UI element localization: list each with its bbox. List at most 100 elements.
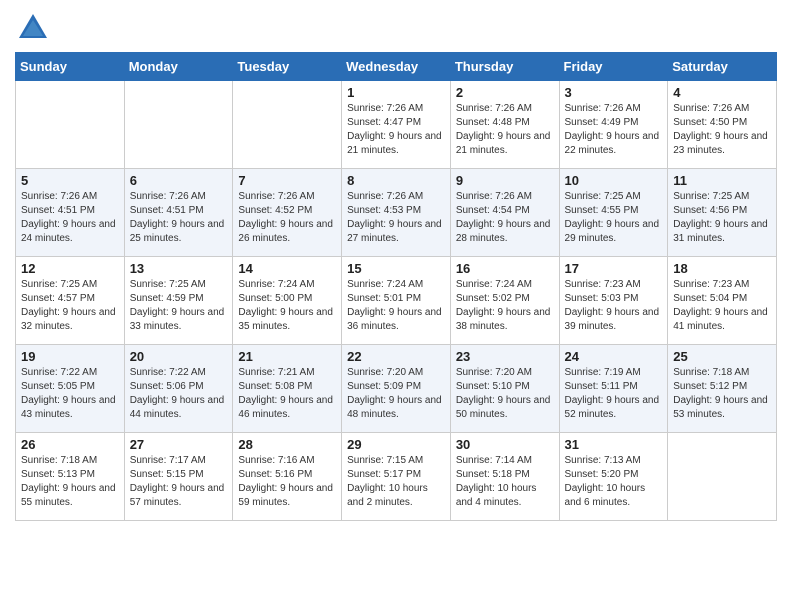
calendar-cell: 25 Sunrise: 7:18 AM Sunset: 5:12 PM Dayli… [668, 345, 777, 433]
day-info: Sunrise: 7:26 AM Sunset: 4:48 PM Dayligh… [456, 102, 554, 158]
logo [15, 10, 53, 46]
day-number: 15 [347, 261, 445, 276]
weekday-header-wednesday: Wednesday [342, 53, 451, 81]
calendar-cell: 20 Sunrise: 7:22 AM Sunset: 5:06 PM Dayli… [124, 345, 233, 433]
day-number: 13 [130, 261, 228, 276]
day-number: 23 [456, 349, 554, 364]
day-number: 24 [565, 349, 663, 364]
calendar-week-row: 12Sunrise: 7:25 AM Sunset: 4:57 PM Dayli… [16, 257, 777, 345]
calendar-week-row: 19Sunrise: 7:22 AM Sunset: 5:05 PM Dayli… [16, 345, 777, 433]
day-number: 29 [347, 437, 445, 452]
calendar-cell [233, 81, 342, 169]
calendar-cell: 22 Sunrise: 7:20 AM Sunset: 5:09 PM Dayli… [342, 345, 451, 433]
day-info: Sunrise: 7:24 AM Sunset: 5:02 PM Dayligh… [456, 278, 554, 334]
day-number: 22 [347, 349, 445, 364]
calendar-cell: 21 Sunrise: 7:21 AM Sunset: 5:08 PM Dayli… [233, 345, 342, 433]
day-info: Sunrise: 7:21 AM Sunset: 5:08 PM Dayligh… [238, 366, 336, 422]
day-info: Sunrise: 7:18 AM Sunset: 5:12 PM Dayligh… [673, 366, 771, 422]
calendar-week-row: 5 Sunrise: 7:26 AM Sunset: 4:51 PM Daylig… [16, 169, 777, 257]
day-number: 20 [130, 349, 228, 364]
day-info: Sunrise: 7:26 AM Sunset: 4:49 PM Dayligh… [565, 102, 663, 158]
calendar-cell: 4Sunrise: 7:26 AM Sunset: 4:50 PM Daylig… [668, 81, 777, 169]
weekday-header-tuesday: Tuesday [233, 53, 342, 81]
day-info: Sunrise: 7:18 AM Sunset: 5:13 PM Dayligh… [21, 454, 119, 510]
day-number: 6 [130, 173, 228, 188]
day-number: 31 [565, 437, 663, 452]
calendar-cell: 7Sunrise: 7:26 AM Sunset: 4:52 PM Daylig… [233, 169, 342, 257]
weekday-header-saturday: Saturday [668, 53, 777, 81]
day-number: 2 [456, 85, 554, 100]
day-info: Sunrise: 7:25 AM Sunset: 4:55 PM Dayligh… [565, 190, 663, 246]
calendar-week-row: 1 Sunrise: 7:26 AM Sunset: 4:47 PM Daylig… [16, 81, 777, 169]
calendar-cell: 9Sunrise: 7:26 AM Sunset: 4:54 PM Daylig… [450, 169, 559, 257]
calendar-cell: 31 Sunrise: 7:13 AM Sunset: 5:20 PM Dayli… [559, 433, 668, 521]
day-number: 28 [238, 437, 336, 452]
calendar-cell: 6Sunrise: 7:26 AM Sunset: 4:51 PM Daylig… [124, 169, 233, 257]
day-number: 3 [565, 85, 663, 100]
day-number: 14 [238, 261, 336, 276]
day-number: 17 [565, 261, 663, 276]
day-info: Sunrise: 7:14 AM Sunset: 5:18 PM Dayligh… [456, 454, 554, 510]
calendar-cell: 3 Sunrise: 7:26 AM Sunset: 4:49 PM Daylig… [559, 81, 668, 169]
calendar-cell: 17 Sunrise: 7:23 AM Sunset: 5:03 PM Dayli… [559, 257, 668, 345]
day-number: 4 [673, 85, 771, 100]
weekday-header-friday: Friday [559, 53, 668, 81]
day-info: Sunrise: 7:24 AM Sunset: 5:01 PM Dayligh… [347, 278, 445, 334]
page: SundayMondayTuesdayWednesdayThursdayFrid… [0, 0, 792, 612]
calendar-cell: 14Sunrise: 7:24 AM Sunset: 5:00 PM Dayli… [233, 257, 342, 345]
day-number: 21 [238, 349, 336, 364]
day-number: 30 [456, 437, 554, 452]
day-info: Sunrise: 7:17 AM Sunset: 5:15 PM Dayligh… [130, 454, 228, 510]
day-info: Sunrise: 7:20 AM Sunset: 5:09 PM Dayligh… [347, 366, 445, 422]
weekday-header-thursday: Thursday [450, 53, 559, 81]
calendar-cell [16, 81, 125, 169]
calendar-cell: 24 Sunrise: 7:19 AM Sunset: 5:11 PM Dayli… [559, 345, 668, 433]
calendar-cell: 18 Sunrise: 7:23 AM Sunset: 5:04 PM Dayli… [668, 257, 777, 345]
day-number: 5 [21, 173, 119, 188]
calendar-cell: 11 Sunrise: 7:25 AM Sunset: 4:56 PM Dayli… [668, 169, 777, 257]
calendar-cell: 28 Sunrise: 7:16 AM Sunset: 5:16 PM Dayli… [233, 433, 342, 521]
day-info: Sunrise: 7:20 AM Sunset: 5:10 PM Dayligh… [456, 366, 554, 422]
calendar-cell: 8Sunrise: 7:26 AM Sunset: 4:53 PM Daylig… [342, 169, 451, 257]
calendar-cell [124, 81, 233, 169]
calendar-cell: 13 Sunrise: 7:25 AM Sunset: 4:59 PM Dayli… [124, 257, 233, 345]
day-number: 16 [456, 261, 554, 276]
calendar-cell: 27 Sunrise: 7:17 AM Sunset: 5:15 PM Dayli… [124, 433, 233, 521]
day-info: Sunrise: 7:22 AM Sunset: 5:06 PM Dayligh… [130, 366, 228, 422]
day-number: 19 [21, 349, 119, 364]
weekday-header-row: SundayMondayTuesdayWednesdayThursdayFrid… [16, 53, 777, 81]
weekday-header-monday: Monday [124, 53, 233, 81]
day-info: Sunrise: 7:26 AM Sunset: 4:53 PM Dayligh… [347, 190, 445, 246]
header [15, 10, 777, 46]
calendar-cell: 1 Sunrise: 7:26 AM Sunset: 4:47 PM Daylig… [342, 81, 451, 169]
calendar-cell: 26 Sunrise: 7:18 AM Sunset: 5:13 PM Dayli… [16, 433, 125, 521]
day-number: 18 [673, 261, 771, 276]
day-info: Sunrise: 7:16 AM Sunset: 5:16 PM Dayligh… [238, 454, 336, 510]
day-number: 1 [347, 85, 445, 100]
day-info: Sunrise: 7:25 AM Sunset: 4:56 PM Dayligh… [673, 190, 771, 246]
day-info: Sunrise: 7:15 AM Sunset: 5:17 PM Dayligh… [347, 454, 445, 510]
day-number: 12 [21, 261, 119, 276]
weekday-header-sunday: Sunday [16, 53, 125, 81]
day-info: Sunrise: 7:23 AM Sunset: 5:03 PM Dayligh… [565, 278, 663, 334]
day-info: Sunrise: 7:25 AM Sunset: 4:59 PM Dayligh… [130, 278, 228, 334]
calendar-cell: 29 Sunrise: 7:15 AM Sunset: 5:17 PM Dayli… [342, 433, 451, 521]
calendar-cell: 2 Sunrise: 7:26 AM Sunset: 4:48 PM Daylig… [450, 81, 559, 169]
day-number: 27 [130, 437, 228, 452]
day-number: 7 [238, 173, 336, 188]
calendar-cell: 23 Sunrise: 7:20 AM Sunset: 5:10 PM Dayli… [450, 345, 559, 433]
day-number: 26 [21, 437, 119, 452]
day-info: Sunrise: 7:13 AM Sunset: 5:20 PM Dayligh… [565, 454, 663, 510]
calendar-cell: 30 Sunrise: 7:14 AM Sunset: 5:18 PM Dayli… [450, 433, 559, 521]
day-info: Sunrise: 7:23 AM Sunset: 5:04 PM Dayligh… [673, 278, 771, 334]
day-info: Sunrise: 7:26 AM Sunset: 4:47 PM Dayligh… [347, 102, 445, 158]
calendar-week-row: 26 Sunrise: 7:18 AM Sunset: 5:13 PM Dayli… [16, 433, 777, 521]
calendar-cell: 12Sunrise: 7:25 AM Sunset: 4:57 PM Dayli… [16, 257, 125, 345]
calendar-cell: 16 Sunrise: 7:24 AM Sunset: 5:02 PM Dayli… [450, 257, 559, 345]
day-number: 11 [673, 173, 771, 188]
day-number: 25 [673, 349, 771, 364]
calendar-table: SundayMondayTuesdayWednesdayThursdayFrid… [15, 52, 777, 521]
day-info: Sunrise: 7:26 AM Sunset: 4:51 PM Dayligh… [21, 190, 119, 246]
day-number: 9 [456, 173, 554, 188]
day-info: Sunrise: 7:19 AM Sunset: 5:11 PM Dayligh… [565, 366, 663, 422]
